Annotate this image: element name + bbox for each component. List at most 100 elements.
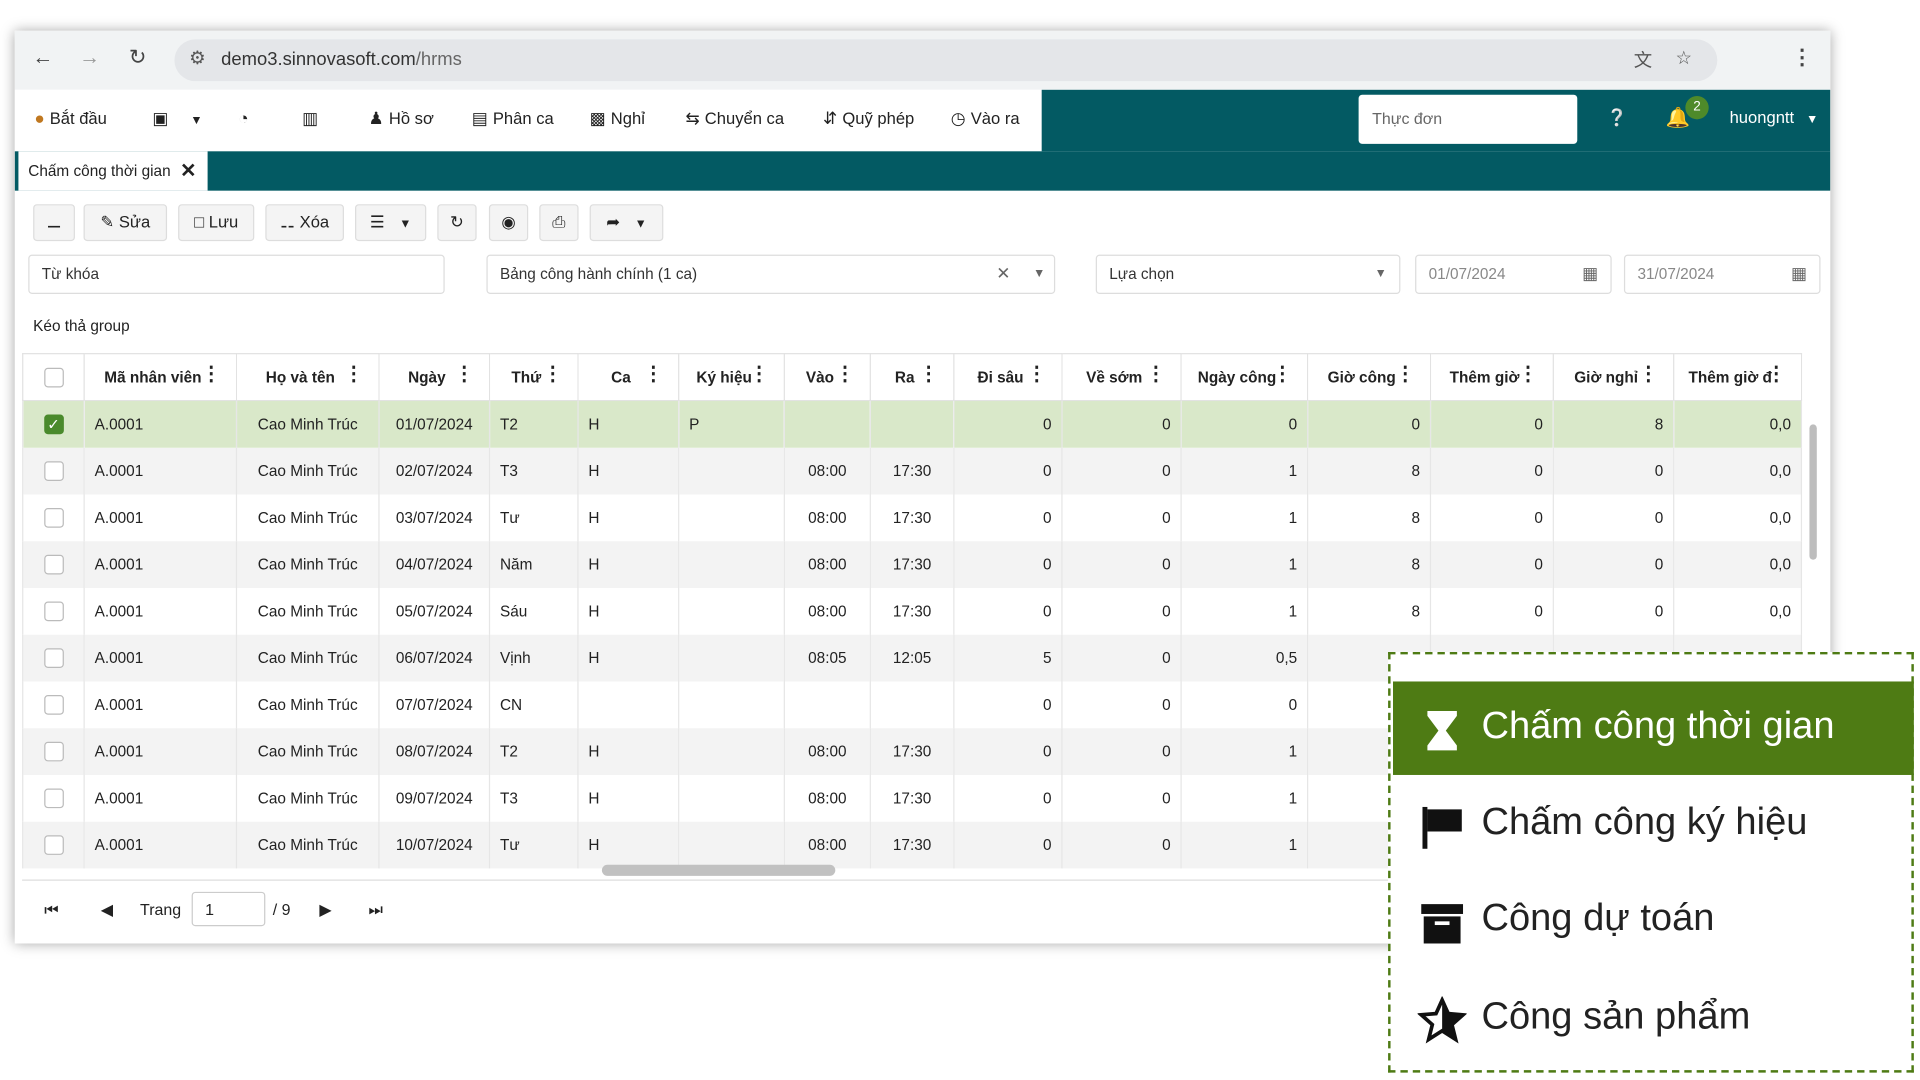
table-row[interactable]: A.0001 Cao Minh Trúc 03/07/2024 Tư H 08:00 17:… bbox=[22, 493, 1803, 541]
calendar-icon[interactable]: ▦ bbox=[1582, 263, 1598, 284]
address-bar[interactable]: ⚙ demo3.sinnovasoft.com/hrms 文 ☆ bbox=[174, 39, 1718, 82]
table-row[interactable]: ✓ A.0001 Cao Minh Trúc 01/07/2024 T2 H P 0 0 0 0 0 8… bbox=[22, 400, 1803, 448]
column-header[interactable]: Vào ⋮ bbox=[783, 353, 871, 402]
column-menu-icon[interactable]: ⋮ bbox=[919, 365, 939, 385]
to-date-input[interactable]: 31/07/2024 ▦ bbox=[1623, 254, 1821, 294]
row-checkbox[interactable] bbox=[43, 600, 64, 621]
menu-start[interactable]: ● Bắt đầu bbox=[34, 108, 106, 128]
column-header[interactable]: Ca ⋮ bbox=[577, 353, 680, 402]
list-menu-button[interactable]: ☰ ▼ bbox=[355, 204, 427, 242]
close-icon[interactable]: ✕ bbox=[180, 159, 196, 184]
row-checkbox[interactable] bbox=[43, 460, 64, 481]
column-header[interactable]: Thêm giờ ⋮ bbox=[1429, 353, 1554, 402]
browser-menu-icon[interactable]: ⋮ bbox=[1786, 42, 1818, 74]
keyword-input[interactable]: Từ khóa bbox=[28, 254, 445, 294]
star-bookmark-icon[interactable]: ☆ bbox=[1676, 47, 1693, 69]
row-checkbox[interactable] bbox=[43, 787, 64, 808]
reload-icon[interactable]: ↻ bbox=[122, 42, 154, 74]
row-checkbox[interactable] bbox=[43, 834, 64, 855]
column-menu-icon[interactable]: ⋮ bbox=[1395, 365, 1415, 385]
column-menu-icon[interactable]: ⋮ bbox=[1273, 365, 1293, 385]
back-icon[interactable]: ← bbox=[27, 42, 59, 74]
next-page-icon[interactable]: ▶ bbox=[319, 900, 331, 920]
table-row[interactable]: A.0001 Cao Minh Trúc 05/07/2024 Sáu H 08:00 17… bbox=[22, 587, 1803, 635]
menu-shift[interactable]: ▤ Phân ca bbox=[472, 108, 554, 129]
column-header[interactable]: Đi sâu ⋮ bbox=[953, 353, 1063, 402]
popup-item-time-attendance[interactable]: Chấm công thời gian bbox=[1393, 681, 1914, 775]
popup-item-estimated-work[interactable]: Công dự toán bbox=[1393, 873, 1914, 966]
column-menu-icon[interactable]: ⋮ bbox=[1766, 365, 1786, 385]
menu-profile[interactable]: ♟ Hồ sơ bbox=[369, 108, 434, 129]
column-header[interactable]: Giờ công ⋮ bbox=[1307, 353, 1432, 402]
tab-time-attendance[interactable]: Chấm công thời gian ✕ bbox=[18, 151, 208, 191]
row-checkbox[interactable] bbox=[43, 647, 64, 668]
column-menu-icon[interactable]: ⋮ bbox=[1146, 365, 1166, 385]
view-button[interactable]: ◉ bbox=[488, 204, 529, 242]
column-menu-icon[interactable]: ⋮ bbox=[455, 365, 475, 385]
column-header[interactable]: Ra ⋮ bbox=[869, 353, 955, 402]
forward-icon[interactable]: → bbox=[74, 42, 106, 74]
column-menu-icon[interactable]: ⋮ bbox=[1027, 365, 1047, 385]
menu-in-out[interactable]: ◷ Vào ra bbox=[951, 108, 1020, 129]
column-menu-icon[interactable]: ⋮ bbox=[1518, 365, 1538, 385]
last-page-icon[interactable]: ⏭ bbox=[369, 900, 383, 920]
user-menu[interactable]: huongntt ▼ bbox=[1730, 108, 1819, 126]
choice-select[interactable]: Lựa chọn ▼ bbox=[1095, 254, 1401, 294]
column-header[interactable]: Thêm giờ đ ⋮ bbox=[1673, 353, 1803, 402]
print-button[interactable]: ⎙ bbox=[539, 204, 579, 242]
clear-icon[interactable]: ✕ bbox=[996, 263, 1010, 284]
header-select-all[interactable] bbox=[22, 353, 85, 402]
calendar-icon[interactable]: ▦ bbox=[1791, 263, 1807, 284]
row-checkbox[interactable]: ✓ bbox=[43, 414, 64, 434]
chevron-down-icon[interactable]: ▼ bbox=[1033, 267, 1045, 281]
menu-change-shift[interactable]: ⇆ Chuyển ca bbox=[685, 108, 784, 129]
delete-button[interactable]: ⚋ Xóa bbox=[265, 204, 344, 242]
column-menu-icon[interactable]: ⋮ bbox=[543, 365, 563, 385]
column-header[interactable]: Ngày ⋮ bbox=[378, 353, 491, 402]
column-menu-icon[interactable]: ⋮ bbox=[1639, 365, 1659, 385]
horizontal-scroll-thumb[interactable] bbox=[601, 864, 836, 876]
column-menu-icon[interactable]: ⋮ bbox=[835, 365, 855, 385]
refresh-button[interactable]: ↻ bbox=[437, 204, 477, 242]
site-settings-icon[interactable]: ⚙ bbox=[189, 47, 206, 69]
column-menu-icon[interactable]: ⋮ bbox=[644, 365, 664, 385]
column-header[interactable]: Giờ nghỉ ⋮ bbox=[1552, 353, 1675, 402]
page-input[interactable]: 1 bbox=[191, 891, 266, 927]
from-date-input[interactable]: 01/07/2024 ▦ bbox=[1415, 254, 1612, 294]
column-header[interactable]: Thứ ⋮ bbox=[488, 353, 579, 402]
edit-button[interactable]: ✎ Sửa bbox=[83, 204, 168, 242]
menu-leave-fund[interactable]: ⇵ Quỹ phép bbox=[823, 108, 914, 129]
timesheet-select[interactable]: Bảng công hành chính (1 ca) ✕ ▼ bbox=[486, 254, 1056, 294]
first-page-icon[interactable]: ⏮ bbox=[44, 900, 58, 920]
column-header[interactable]: Mã nhân viên ⋮ bbox=[83, 353, 238, 402]
menu-reports[interactable]: ▥ bbox=[302, 108, 323, 129]
translate-icon[interactable]: 文 bbox=[1634, 47, 1652, 73]
column-header[interactable]: Họ và tên ⋮ bbox=[235, 353, 380, 402]
select-all-checkbox[interactable] bbox=[43, 367, 64, 387]
column-menu-icon[interactable]: ⋮ bbox=[201, 365, 221, 385]
menu-search-input[interactable]: Thực đơn bbox=[1358, 94, 1578, 144]
table-row[interactable]: A.0001 Cao Minh Trúc 04/07/2024 Năm H 08:00 17… bbox=[22, 540, 1803, 588]
menu-modules[interactable]: ▣ ▼ bbox=[152, 108, 202, 129]
search-button[interactable]: ⚊ bbox=[33, 204, 75, 242]
row-checkbox[interactable] bbox=[43, 507, 64, 528]
vertical-scroll-thumb[interactable] bbox=[1809, 424, 1817, 560]
share-button[interactable]: ➦ ▼ bbox=[589, 204, 664, 242]
table-row[interactable]: A.0001 Cao Minh Trúc 02/07/2024 T3 H 08:00 17:… bbox=[22, 447, 1803, 494]
popup-item-symbol-attendance[interactable]: Chấm công ký hiệu bbox=[1393, 777, 1914, 870]
row-checkbox[interactable] bbox=[43, 554, 64, 574]
column-header[interactable]: Về sớm ⋮ bbox=[1061, 353, 1182, 402]
column-header[interactable]: Ký hiệu ⋮ bbox=[678, 353, 785, 402]
column-menu-icon[interactable]: ⋮ bbox=[749, 365, 769, 385]
popup-item-product-work[interactable]: Công sản phẩm bbox=[1393, 972, 1914, 1065]
column-header[interactable]: Ngày công ⋮ bbox=[1180, 353, 1309, 402]
row-checkbox[interactable] bbox=[43, 694, 64, 715]
menu-leave[interactable]: ▩ Nghỉ bbox=[590, 108, 645, 129]
column-menu-icon[interactable]: ⋮ bbox=[344, 365, 364, 385]
chevron-down-icon[interactable]: ▼ bbox=[1375, 267, 1387, 281]
menu-dashboard[interactable]: ◔ bbox=[238, 108, 253, 128]
help-icon[interactable]: ❔ bbox=[1607, 108, 1628, 128]
row-checkbox[interactable] bbox=[43, 741, 64, 761]
save-button[interactable]: □ Lưu bbox=[178, 204, 255, 242]
prev-page-icon[interactable]: ◀ bbox=[101, 900, 113, 920]
